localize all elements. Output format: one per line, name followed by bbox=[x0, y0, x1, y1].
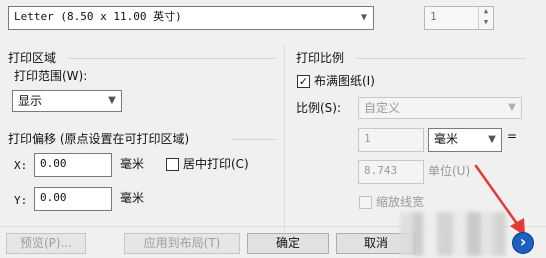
print-area-rule bbox=[68, 58, 276, 59]
print-scale-rule bbox=[356, 58, 526, 59]
section-divider bbox=[284, 44, 285, 232]
offset-x-unit: 毫米 bbox=[120, 157, 145, 171]
spin-down-icon[interactable]: ▼ bbox=[479, 18, 493, 29]
offset-y-unit: 毫米 bbox=[120, 191, 145, 205]
print-offset-title: 打印偏移 (原点设置在可打印区域) bbox=[8, 132, 190, 146]
offset-x-label: X: bbox=[14, 159, 28, 172]
offset-y-label: Y: bbox=[14, 194, 28, 207]
paper-size-combo[interactable]: Letter (8.50 x 11.00 英寸) ▼ bbox=[8, 6, 374, 30]
scale-numerator-value: 1 bbox=[364, 132, 371, 145]
scale-unit-value: 毫米 bbox=[434, 132, 459, 146]
paper-size-value: Letter (8.50 x 11.00 英寸) bbox=[14, 10, 182, 23]
annotation-arrow-icon bbox=[474, 164, 525, 236]
ok-button[interactable]: 确定 bbox=[247, 233, 329, 254]
units-label: 单位(U) bbox=[428, 164, 471, 178]
spin-up-icon[interactable]: ▲ bbox=[479, 7, 493, 18]
offset-y-value: 0.00 bbox=[40, 191, 67, 204]
copies-value: 1 bbox=[430, 10, 437, 23]
fit-to-paper-checkbox[interactable]: ✓ bbox=[297, 75, 310, 88]
print-scale-title: 打印比例 bbox=[296, 51, 345, 65]
chevron-down-icon: ▼ bbox=[488, 134, 496, 145]
chevron-down-icon: ▼ bbox=[108, 95, 116, 106]
center-plot-label: 居中打印(C) bbox=[183, 157, 249, 171]
print-offset-rule bbox=[232, 139, 276, 140]
apply-to-layout-button[interactable]: 应用到布局(T) bbox=[124, 233, 240, 254]
offset-y-input[interactable]: 0.00 bbox=[34, 187, 112, 211]
chevron-down-icon: ▼ bbox=[360, 12, 368, 23]
scale-unit-select[interactable]: 毫米 ▼ bbox=[428, 128, 502, 152]
fit-to-paper-label: 布满图纸(I) bbox=[314, 74, 375, 88]
scale-lineweights-label: 缩放线宽 bbox=[376, 195, 425, 209]
scale-denominator-value: 8.743 bbox=[364, 164, 398, 177]
scale-value: 自定义 bbox=[364, 101, 401, 115]
scale-numerator-input[interactable]: 1 bbox=[358, 128, 424, 152]
center-plot-checkbox[interactable] bbox=[166, 158, 179, 171]
more-options-button[interactable]: › bbox=[512, 232, 534, 254]
check-icon: ✓ bbox=[298, 75, 309, 88]
offset-x-value: 0.00 bbox=[40, 157, 67, 170]
chevron-right-icon: › bbox=[519, 232, 527, 251]
print-range-label: 打印范围(W): bbox=[14, 69, 88, 83]
copies-spinner[interactable]: 1 ▲ ▼ bbox=[424, 6, 494, 30]
offset-x-input[interactable]: 0.00 bbox=[34, 153, 112, 177]
chevron-down-icon: ▼ bbox=[508, 102, 516, 113]
spin-buttons[interactable]: ▲ ▼ bbox=[478, 7, 493, 29]
preview-button[interactable]: 预览(P)... bbox=[6, 233, 86, 254]
scale-label: 比例(S): bbox=[296, 101, 342, 115]
print-area-title: 打印区域 bbox=[8, 51, 57, 65]
scale-select[interactable]: 自定义 ▼ bbox=[358, 97, 522, 119]
scale-denominator-input[interactable]: 8.743 bbox=[358, 160, 424, 184]
print-range-select[interactable]: 显示 ▼ bbox=[12, 90, 122, 112]
scale-lineweights-checkbox[interactable] bbox=[359, 196, 372, 209]
print-range-value: 显示 bbox=[18, 94, 43, 108]
scale-equals: = bbox=[507, 129, 518, 143]
